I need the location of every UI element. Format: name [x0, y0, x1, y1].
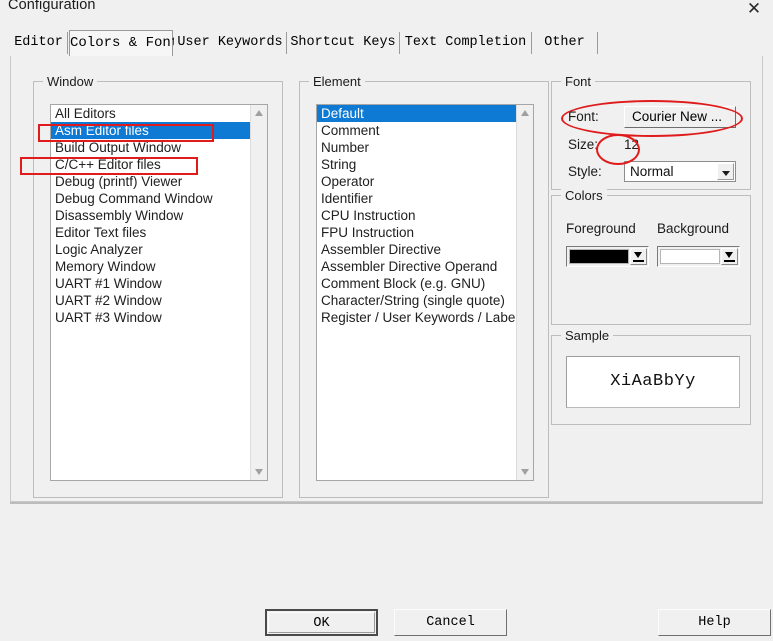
sample-preview: XiAaBbYy — [566, 356, 740, 408]
background-color-picker[interactable] — [657, 246, 740, 267]
list-item[interactable]: Register / User Keywords / Label — [317, 309, 516, 326]
list-item[interactable]: C/C++ Editor files — [51, 156, 250, 173]
background-label: Background — [657, 221, 730, 236]
sample-text: XiAaBbYy — [610, 372, 696, 391]
list-item[interactable]: Identifier — [317, 190, 516, 207]
list-item[interactable]: Comment — [317, 122, 516, 139]
list-item[interactable]: Assembler Directive Operand — [317, 258, 516, 275]
list-item[interactable]: Build Output Window — [51, 139, 250, 156]
font-select-button[interactable]: Courier New ... — [624, 106, 736, 128]
list-item[interactable]: Comment Block (e.g. GNU) — [317, 275, 516, 292]
list-item[interactable]: Disassembly Window — [51, 207, 250, 224]
foreground-dropdown-icon[interactable] — [630, 248, 647, 265]
scroll-down-arrow-icon[interactable] — [251, 463, 267, 480]
tab-text-completion[interactable]: Text Completion — [400, 32, 532, 54]
list-item[interactable]: Operator — [317, 173, 516, 190]
element-listbox-scrollbar[interactable] — [516, 105, 533, 480]
list-item[interactable]: String — [317, 156, 516, 173]
list-item[interactable]: Editor Text files — [51, 224, 250, 241]
cancel-button[interactable]: Cancel — [394, 609, 507, 636]
tab-content-panel: Window All Editors Asm Editor files Buil… — [10, 56, 763, 502]
window-group: Window All Editors Asm Editor files Buil… — [33, 74, 283, 498]
window-group-title: Window — [43, 74, 98, 89]
foreground-label: Foreground — [566, 221, 636, 236]
tab-user-keywords[interactable]: User Keywords — [174, 32, 287, 54]
background-dropdown-icon[interactable] — [721, 248, 738, 265]
size-label: Size: — [568, 137, 599, 152]
help-button[interactable]: Help — [658, 609, 771, 636]
style-combobox-value: Normal — [630, 164, 674, 179]
tab-editor[interactable]: Editor — [10, 32, 68, 54]
element-listbox-items: Default Comment Number String Operator I… — [317, 105, 516, 480]
list-item[interactable]: Logic Analyzer — [51, 241, 250, 258]
tab-other[interactable]: Other — [532, 32, 598, 54]
sample-group: Sample XiAaBbYy — [551, 328, 751, 425]
configuration-dialog: Configuration ✕ Editor Colors & Fonts Us… — [0, 0, 773, 641]
list-item[interactable]: UART #2 Window — [51, 292, 250, 309]
window-listbox-scrollbar[interactable] — [250, 105, 267, 480]
style-label: Style: — [568, 164, 602, 179]
list-item[interactable]: CPU Instruction — [317, 207, 516, 224]
ok-button[interactable]: OK — [265, 609, 378, 636]
chevron-down-icon[interactable] — [717, 163, 734, 180]
list-item[interactable]: Debug Command Window — [51, 190, 250, 207]
element-group-title: Element — [309, 74, 365, 89]
list-item[interactable]: Assembler Directive — [317, 241, 516, 258]
foreground-color-picker[interactable] — [566, 246, 649, 267]
scroll-up-arrow-icon[interactable] — [517, 105, 533, 122]
background-color-swatch — [660, 249, 720, 264]
list-item[interactable]: FPU Instruction — [317, 224, 516, 241]
colors-group-title: Colors — [561, 188, 607, 203]
list-item[interactable]: Debug (printf) Viewer — [51, 173, 250, 190]
window-title: Configuration — [8, 0, 96, 13]
ok-button-label: OK — [268, 612, 375, 633]
tab-shortcut-keys[interactable]: Shortcut Keys — [287, 32, 400, 54]
list-item[interactable]: Default — [317, 105, 516, 122]
element-listbox[interactable]: Default Comment Number String Operator I… — [316, 104, 534, 481]
list-item[interactable]: Character/String (single quote) — [317, 292, 516, 309]
sample-group-title: Sample — [561, 328, 614, 343]
style-combobox[interactable]: Normal — [624, 161, 736, 182]
list-item[interactable]: UART #1 Window — [51, 275, 250, 292]
font-label: Font: — [568, 109, 599, 124]
scroll-down-arrow-icon[interactable] — [517, 463, 533, 480]
list-item[interactable]: Memory Window — [51, 258, 250, 275]
tab-colors-and-fonts[interactable]: Colors & Fonts — [69, 30, 188, 56]
size-value[interactable]: 12 — [624, 137, 639, 152]
list-item[interactable]: Number — [317, 139, 516, 156]
colors-group: Colors Foreground Background — [551, 188, 751, 325]
list-item[interactable]: UART #3 Window — [51, 309, 250, 326]
bottom-divider — [10, 502, 763, 504]
element-group: Element Default Comment Number String Op… — [299, 74, 549, 498]
tab-strip: Editor Colors & Fonts User Keywords Shor… — [0, 30, 773, 56]
list-item[interactable]: Asm Editor files — [51, 122, 250, 139]
scroll-up-arrow-icon[interactable] — [251, 105, 267, 122]
close-icon[interactable]: ✕ — [743, 0, 765, 20]
foreground-color-swatch — [569, 249, 629, 264]
font-group: Font Font: Courier New ... Size: 12 Styl… — [551, 74, 751, 190]
font-group-title: Font — [561, 74, 596, 89]
window-listbox-items: All Editors Asm Editor files Build Outpu… — [51, 105, 250, 480]
list-item[interactable]: All Editors — [51, 105, 250, 122]
window-listbox[interactable]: All Editors Asm Editor files Build Outpu… — [50, 104, 268, 481]
title-bar: Configuration ✕ — [0, 0, 773, 21]
